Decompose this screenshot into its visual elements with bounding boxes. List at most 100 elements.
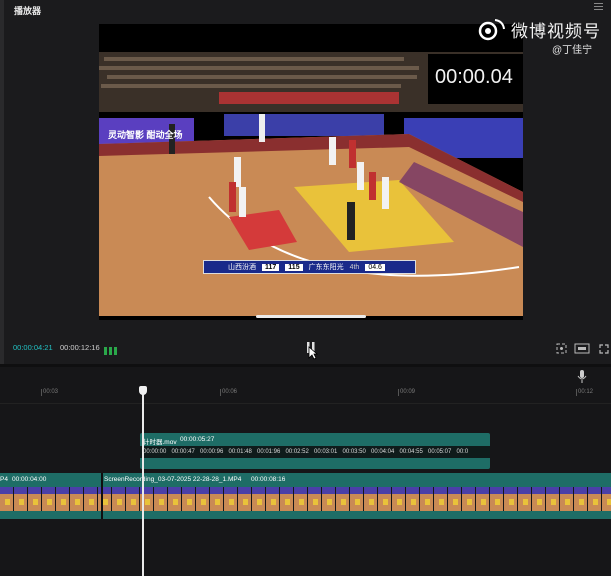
screenshot-icon[interactable] xyxy=(556,341,567,354)
filmstrip-frame-top xyxy=(448,487,461,494)
timer-clip-duration: 00:00:05:27 xyxy=(180,436,215,443)
timer-clip-code: 00:04:55 xyxy=(399,449,423,455)
filmstrip-frame-top xyxy=(434,487,447,494)
ruler-tick: 00:09 xyxy=(397,389,416,396)
timer-clip-code: 00:01:96 xyxy=(257,449,281,455)
home-team: 山西汾酒 xyxy=(228,264,256,271)
fullscreen-icon[interactable] xyxy=(599,341,609,354)
filmstrip-frame-paint xyxy=(341,499,346,505)
left-clip-duration: 00:00:04:00 xyxy=(12,476,47,483)
filmstrip-frame-paint xyxy=(537,499,542,505)
filmstrip-frame-top xyxy=(546,487,559,494)
filmstrip-frame-paint xyxy=(243,499,248,505)
filmstrip-frame-paint xyxy=(523,499,528,505)
audio-meter-icon xyxy=(104,342,118,355)
filmstrip-frame-paint xyxy=(579,499,584,505)
timer-clip-code: 00:00:96 xyxy=(200,449,224,455)
timer-clip-code: 00:04:04 xyxy=(371,449,395,455)
filmstrip-frame-top xyxy=(378,487,391,494)
filmstrip-frame-paint xyxy=(285,499,290,505)
filmstrip-frame-top xyxy=(588,487,601,494)
timer-clip-name: 计时器.mov xyxy=(143,439,177,446)
filmstrip-frame-paint xyxy=(47,499,52,505)
filmstrip-frame-top xyxy=(476,487,489,494)
filmstrip-frame-paint xyxy=(299,499,304,505)
filmstrip-frame-top xyxy=(280,487,293,494)
filmstrip-frame-top xyxy=(126,487,139,494)
filmstrip-frame-top xyxy=(518,487,531,494)
player-title: 播放器 xyxy=(14,6,42,16)
watermark-user: @丁佳宁 xyxy=(552,45,593,56)
total-duration: 00:00:12:16 xyxy=(60,343,100,352)
filmstrip-frame-top xyxy=(56,487,69,494)
filmstrip-frame-top xyxy=(182,487,195,494)
filmstrip-frame-top xyxy=(462,487,475,494)
mouse-cursor-icon xyxy=(308,346,319,360)
timer-clip-code: 00:0 xyxy=(456,449,469,455)
playhead[interactable] xyxy=(142,387,144,576)
ruler-tick: 00:03 xyxy=(40,389,59,396)
video-clip-footer xyxy=(0,511,611,519)
timer-clip-code: 00:00:00 xyxy=(143,449,167,455)
watermark-brand: 微博视频号 xyxy=(511,22,601,41)
away-score: 115 xyxy=(285,263,303,271)
filmstrip-frame-paint xyxy=(425,499,430,505)
quarter: 4th xyxy=(349,263,360,271)
arena-ad-banner: 灵动智影 酣动全场 xyxy=(108,130,183,140)
filmstrip-frame-paint xyxy=(215,499,220,505)
filmstrip-frame-paint xyxy=(355,499,360,505)
filmstrip-frame-paint xyxy=(201,499,206,505)
filmstrip-frame-top xyxy=(28,487,41,494)
timer-clip-code: 00:00:47 xyxy=(171,449,195,455)
panel-divider[interactable] xyxy=(0,0,4,364)
away-team: 广东东阳光 xyxy=(308,264,344,271)
menu-icon[interactable] xyxy=(594,3,603,11)
video-clip-header[interactable] xyxy=(0,473,611,487)
timer-clip-code: 00:03:01 xyxy=(314,449,338,455)
filmstrip-frame-top xyxy=(98,487,111,494)
filmstrip-frame-paint xyxy=(33,499,38,505)
filmstrip-frame-top xyxy=(252,487,265,494)
filmstrip-frame-paint xyxy=(327,499,332,505)
filmstrip-frame-paint xyxy=(229,499,234,505)
filmstrip-frame-paint xyxy=(453,499,458,505)
filmstrip-frame-paint xyxy=(551,499,556,505)
filmstrip-frame-top xyxy=(196,487,209,494)
filmstrip-frame-top xyxy=(532,487,545,494)
filmstrip-frame-paint xyxy=(61,499,66,505)
filmstrip-frame-top xyxy=(364,487,377,494)
filmstrip-frame-paint xyxy=(467,499,472,505)
filmstrip-frame-paint xyxy=(117,499,122,505)
filmstrip-frame-top xyxy=(490,487,503,494)
filmstrip-frame-paint xyxy=(159,499,164,505)
filmstrip-frame-paint xyxy=(439,499,444,505)
filmstrip-frame-top xyxy=(560,487,573,494)
filmstrip-frame-paint xyxy=(313,499,318,505)
filmstrip-frame-paint xyxy=(411,499,416,505)
aspect-ratio-icon[interactable] xyxy=(574,341,590,354)
filmstrip-frame-paint xyxy=(145,499,150,505)
filmstrip-frame-paint xyxy=(173,499,178,505)
filmstrip-frame-top xyxy=(504,487,517,494)
timer-clip-code: 00:03:50 xyxy=(342,449,366,455)
left-clip-name: P4 xyxy=(0,476,8,483)
filmstrip-frame-paint xyxy=(593,499,598,505)
filmstrip-frame-top xyxy=(84,487,97,494)
playhead-handle[interactable] xyxy=(139,386,147,395)
filmstrip-frame-paint xyxy=(495,499,500,505)
video-filmstrip[interactable] xyxy=(0,487,611,511)
filmstrip-frame-top xyxy=(602,487,611,494)
filmstrip-frame-top xyxy=(308,487,321,494)
shot-clock: 04.6 xyxy=(365,263,385,271)
filmstrip-frame-paint xyxy=(607,499,611,505)
ruler-tick: 00:12 xyxy=(575,389,594,396)
timeline-ruler[interactable]: 00:03 00:06 00:09 00:12 xyxy=(0,385,611,404)
filmstrip-frame-paint xyxy=(271,499,276,505)
filmstrip-frame-paint xyxy=(257,499,262,505)
microphone-icon[interactable] xyxy=(577,370,587,383)
filmstrip-frame-top xyxy=(266,487,279,494)
home-indicator xyxy=(256,315,366,318)
filmstrip-frame-top xyxy=(210,487,223,494)
current-time: 00:00:04:21 xyxy=(13,343,53,352)
filmstrip-frame-top xyxy=(14,487,27,494)
